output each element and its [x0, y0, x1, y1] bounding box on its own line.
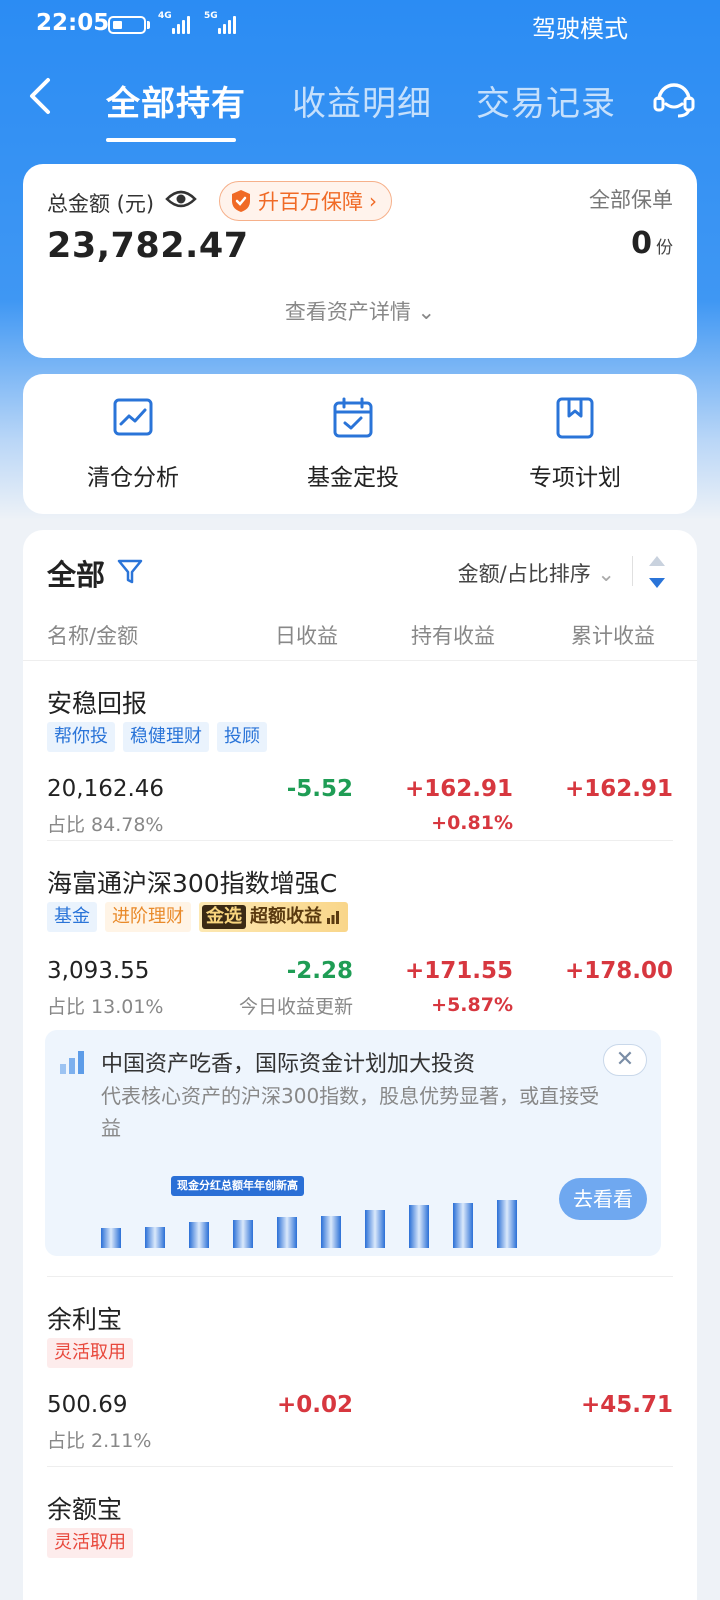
- all-policies-label[interactable]: 全部保单: [589, 184, 673, 214]
- signal-4g-icon: [172, 14, 190, 34]
- gold-badge: 金选: [202, 905, 246, 929]
- holding-ratio: 占比 13.01%: [47, 996, 164, 1018]
- clock: 22:05: [36, 10, 110, 36]
- holding-amount: 3,093.55: [47, 958, 150, 984]
- tag: 灵活取用: [47, 1528, 133, 1558]
- gold-selection-tag: 金选 超额收益: [199, 902, 348, 932]
- holding-name: 海富通沪深300指数增强C: [47, 869, 338, 898]
- close-icon[interactable]: ✕: [603, 1044, 647, 1076]
- filter-icon[interactable]: [117, 558, 143, 586]
- tab-earnings-detail[interactable]: 收益明细: [292, 76, 432, 125]
- action-fund-auto-invest-label: 基金定投: [307, 465, 399, 491]
- driving-mode-label[interactable]: 驾驶模式: [532, 9, 628, 44]
- holding-earnings: +171.55: [404, 958, 513, 984]
- sort-dropdown-label: 金额/占比排序: [457, 562, 591, 586]
- action-special-plan[interactable]: 专项计划: [475, 396, 675, 492]
- calendar-check-icon: [333, 397, 373, 438]
- top-nav: 全部持有 收益明细 交易记录: [0, 48, 720, 144]
- divider: [632, 556, 633, 586]
- quick-actions-card: 清仓分析 基金定投 专项计划: [23, 374, 697, 514]
- holding-item-hft300[interactable]: 海富通沪深300指数增强C 基金 进阶理财 金选 超额收益 3,093.55 占…: [23, 840, 697, 1256]
- action-clearance-analysis-label: 清仓分析: [87, 465, 179, 491]
- gold-tag-text: 超额收益: [250, 906, 322, 927]
- holding-amount: 500.69: [47, 1392, 128, 1418]
- holding-name: 安稳回报: [47, 689, 148, 718]
- battery-icon: [108, 16, 146, 34]
- holding-item-yulibao[interactable]: 余利宝 灵活取用 500.69 占比 2.11% +0.02 +45.71: [23, 1276, 697, 1466]
- daily-update-note: 今日收益更新: [238, 996, 353, 1018]
- bar-chart-icon: [327, 911, 339, 924]
- policy-unit: 份: [656, 238, 673, 258]
- banner-text: 代表核心资产的沪深300指数，股息优势显著，或直接受益: [101, 1084, 600, 1140]
- tag: 帮你投: [47, 722, 115, 752]
- battery-tip-icon: [147, 21, 150, 29]
- policy-count-value: 0: [631, 226, 652, 261]
- holding-earnings: +162.91: [404, 776, 513, 802]
- chevron-down-icon: ⌄: [417, 300, 436, 324]
- bookmark-icon: [556, 397, 594, 439]
- eye-icon[interactable]: [165, 187, 197, 211]
- total-amount-label: 总金额 (元): [47, 192, 155, 216]
- shield-icon: [232, 190, 250, 212]
- daily-earnings: +0.02: [276, 1392, 353, 1418]
- view-asset-details-link[interactable]: 查看资产详情 ⌄: [23, 296, 697, 326]
- action-clearance-analysis[interactable]: 清仓分析: [33, 396, 233, 492]
- view-asset-details-label: 查看资产详情: [284, 300, 411, 324]
- banner-chart-caption: 现金分红总额年年创新高: [171, 1176, 304, 1196]
- cumulative-earnings: +162.91: [564, 776, 673, 802]
- chevron-right-icon: ›: [369, 189, 377, 213]
- holding-name: 余额宝: [47, 1495, 123, 1524]
- holding-amount: 20,162.46: [47, 776, 165, 802]
- banner-title: 中国资产吃香，国际资金计划加大投资: [101, 1052, 476, 1077]
- active-tab-indicator: [106, 138, 236, 142]
- column-header-name: 名称/金额: [47, 624, 139, 648]
- sort-dropdown[interactable]: 金额/占比排序 ⌄: [458, 558, 615, 588]
- sort-order-icon[interactable]: [647, 554, 667, 590]
- holdings-list-card: 全部 金额/占比排序 ⌄ 名称/金额 日收益 持有收益 累计收益 安稳回报 帮你…: [23, 530, 697, 1600]
- tag: 进阶理财: [105, 902, 191, 932]
- column-header-holding: 持有收益: [411, 624, 495, 648]
- daily-earnings: -2.28: [286, 958, 353, 984]
- column-header-cumulative: 累计收益: [571, 624, 655, 648]
- chart-trend-icon: [113, 398, 153, 436]
- column-header-daily: 日收益: [275, 624, 338, 648]
- total-amount-value: 23,782.47: [47, 226, 249, 266]
- tag: 稳健理财: [123, 722, 209, 752]
- status-bar: 22:05 4G 5G 驾驶模式: [0, 0, 720, 48]
- network-5g-label: 5G: [204, 11, 218, 21]
- tag: 投顾: [217, 722, 267, 752]
- daily-earnings: -5.52: [286, 776, 353, 802]
- tab-all-holdings[interactable]: 全部持有: [106, 76, 246, 125]
- holding-item-anwen[interactable]: 安稳回报 帮你投 稳健理财 投顾 20,162.46 占比 84.78% -5.…: [23, 660, 697, 840]
- network-4g-label: 4G: [158, 11, 172, 21]
- holding-earnings-pct: +5.87%: [431, 994, 513, 1016]
- promo-banner[interactable]: 中国资产吃香，国际资金计划加大投资 代表核心资产的沪深300指数，股息优势显著，…: [45, 1030, 661, 1256]
- back-arrow-icon[interactable]: [26, 74, 54, 118]
- holding-item-yuebao[interactable]: 余额宝 灵活取用: [23, 1466, 697, 1600]
- holdings-title: 全部: [47, 558, 106, 592]
- tag: 灵活取用: [47, 1338, 133, 1368]
- holding-name: 余利宝: [47, 1305, 123, 1334]
- action-special-plan-label: 专项计划: [529, 465, 621, 491]
- signal-5g-icon: [218, 14, 236, 34]
- go-see-button[interactable]: 去看看: [559, 1178, 647, 1220]
- tag: 基金: [47, 902, 97, 932]
- chevron-down-icon: ⌄: [597, 562, 615, 586]
- tab-transactions[interactable]: 交易记录: [476, 76, 616, 125]
- insurance-promo-pill[interactable]: 升百万保障 ›: [219, 181, 392, 221]
- promo-label: 升百万保障: [258, 190, 363, 214]
- action-fund-auto-invest[interactable]: 基金定投: [253, 396, 453, 492]
- holding-earnings-pct: +0.81%: [431, 812, 513, 834]
- cumulative-earnings: +45.71: [580, 1392, 673, 1418]
- asset-summary-card: 总金额 (元) 升百万保障 › 23,782.47 全部保单 0份 查看资产详情…: [23, 164, 697, 358]
- holding-ratio: 占比 2.11%: [47, 1430, 152, 1452]
- customer-service-icon[interactable]: [652, 76, 696, 120]
- dividend-bar-illustration: [101, 1200, 517, 1248]
- bar-chart-icon: [60, 1051, 84, 1074]
- policy-count[interactable]: 0份: [631, 226, 673, 261]
- holding-ratio: 占比 84.78%: [47, 814, 164, 836]
- cumulative-earnings: +178.00: [564, 958, 673, 984]
